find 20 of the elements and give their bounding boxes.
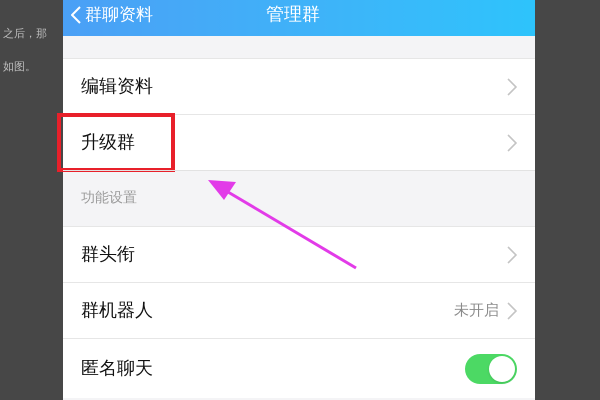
- toggle-switch[interactable]: [465, 354, 517, 384]
- row-value: 未开启: [454, 300, 499, 322]
- section-header: 功能设置: [81, 189, 137, 208]
- page-title: 管理群: [266, 3, 320, 27]
- back-icon: [71, 6, 81, 24]
- row-label: 匿名聊天: [81, 357, 154, 381]
- chevron-right-icon: [507, 134, 517, 152]
- settings-row[interactable]: 编辑资料: [63, 58, 535, 114]
- settings-row[interactable]: 群头衔: [63, 226, 535, 282]
- article-text: 如图。: [3, 58, 37, 74]
- row-label: 群头衔: [81, 243, 135, 267]
- chevron-right-icon: [507, 78, 517, 96]
- row-label: 升级群: [57, 113, 175, 172]
- settings-row[interactable]: 群机器人 未开启: [63, 282, 535, 338]
- row-label: 编辑资料: [81, 75, 153, 99]
- chevron-right-icon: [507, 246, 517, 264]
- settings-row[interactable]: 匿名聊天: [63, 338, 535, 398]
- article-text: 之后，那: [3, 26, 48, 42]
- chevron-right-icon: [507, 302, 517, 320]
- row-label: 群机器人: [81, 299, 153, 323]
